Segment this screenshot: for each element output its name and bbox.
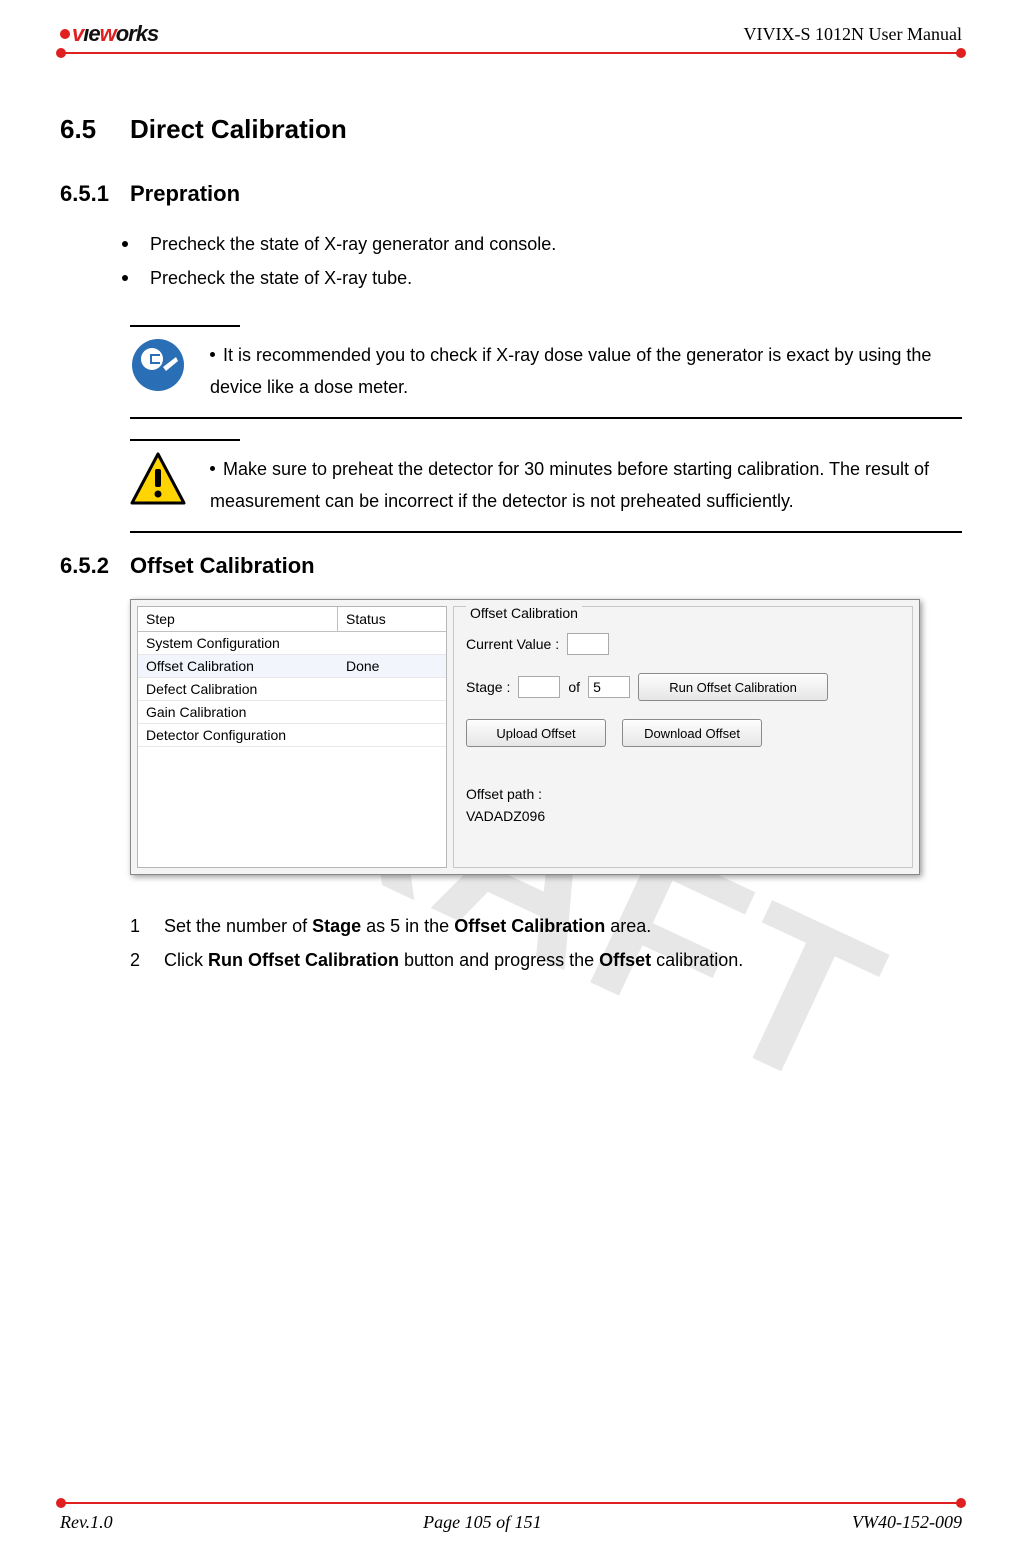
table-row[interactable]: Gain Calibration (138, 701, 446, 724)
stage-label: Stage : (466, 679, 510, 695)
cell-step: System Configuration (138, 632, 338, 654)
group-title: Offset Calibration (466, 605, 582, 621)
instruction-steps: Set the number of Stage as 5 in the Offs… (60, 909, 962, 977)
footer-page: Page 105 of 151 (423, 1512, 542, 1533)
offset-path-label: Offset path : (466, 783, 900, 805)
warning-note-text: Make sure to preheat the detector for 30… (210, 451, 962, 517)
doc-title: VIVIX-S 1012N User Manual (744, 24, 962, 45)
list-item: Precheck the state of X-ray generator an… (150, 227, 962, 261)
preparation-list: Precheck the state of X-ray generator an… (60, 227, 962, 295)
logo-text: vıeworks (72, 21, 158, 47)
current-value-input[interactable] (567, 633, 609, 655)
cell-status (338, 724, 446, 746)
subsection-1-title: Prepration (130, 181, 240, 206)
steps-table: Step Status System Configuration Offset … (137, 606, 447, 868)
cell-step: Detector Configuration (138, 724, 338, 746)
warning-icon (130, 451, 186, 507)
subsection-2-title: Offset Calibration (130, 553, 315, 578)
footer-code: VW40-152-009 (852, 1512, 962, 1533)
cell-step: Gain Calibration (138, 701, 338, 723)
list-item: Precheck the state of X-ray tube. (150, 261, 962, 295)
run-offset-calibration-button[interactable]: Run Offset Calibration (638, 673, 828, 701)
col-status-header: Status (338, 607, 446, 631)
table-row[interactable]: Detector Configuration (138, 724, 446, 747)
cell-status: Done (338, 655, 446, 677)
offset-path-value: VADADZ096 (466, 805, 900, 827)
step-1: Set the number of Stage as 5 in the Offs… (130, 909, 962, 943)
subsection-2-heading: 6.5.2Offset Calibration (60, 553, 962, 579)
table-row[interactable]: Offset Calibration Done (138, 655, 446, 678)
subsection-2-number: 6.5.2 (60, 553, 130, 579)
download-offset-button[interactable]: Download Offset (622, 719, 762, 747)
offset-calibration-panel: Offset Calibration Current Value : Stage… (453, 606, 913, 868)
warning-note: Make sure to preheat the detector for 30… (130, 439, 962, 533)
logo: vıeworks (60, 21, 158, 47)
step-2: Click Run Offset Calibration button and … (130, 943, 962, 977)
subsection-1-number: 6.5.1 (60, 181, 130, 207)
upload-offset-button[interactable]: Upload Offset (466, 719, 606, 747)
page-header: vıeworks VIVIX-S 1012N User Manual (60, 20, 962, 48)
cell-step: Defect Calibration (138, 678, 338, 700)
table-row[interactable]: System Configuration (138, 632, 446, 655)
section-number: 6.5 (60, 114, 130, 145)
section-title: Direct Calibration (130, 114, 347, 144)
cell-step: Offset Calibration (138, 655, 338, 677)
table-row[interactable]: Defect Calibration (138, 678, 446, 701)
current-value-label: Current Value : (466, 636, 559, 652)
page-footer: Rev.1.0 Page 105 of 151 VW40-152-009 (60, 1502, 962, 1533)
footer-rev: Rev.1.0 (60, 1512, 113, 1533)
of-label: of (568, 679, 580, 695)
offset-calibration-screenshot: Step Status System Configuration Offset … (130, 599, 920, 875)
info-icon (130, 337, 186, 393)
logo-dot-icon (60, 29, 70, 39)
info-note: It is recommended you to check if X-ray … (130, 325, 962, 419)
cell-status (338, 632, 446, 654)
col-step-header: Step (138, 607, 338, 631)
stage-total-input[interactable]: 5 (588, 676, 630, 698)
cell-status (338, 701, 446, 723)
stage-input[interactable] (518, 676, 560, 698)
subsection-1-heading: 6.5.1Prepration (60, 181, 962, 207)
footer-rule (60, 1502, 962, 1504)
cell-status (338, 678, 446, 700)
info-note-text: It is recommended you to check if X-ray … (210, 337, 962, 403)
section-heading: 6.5Direct Calibration (60, 114, 962, 145)
